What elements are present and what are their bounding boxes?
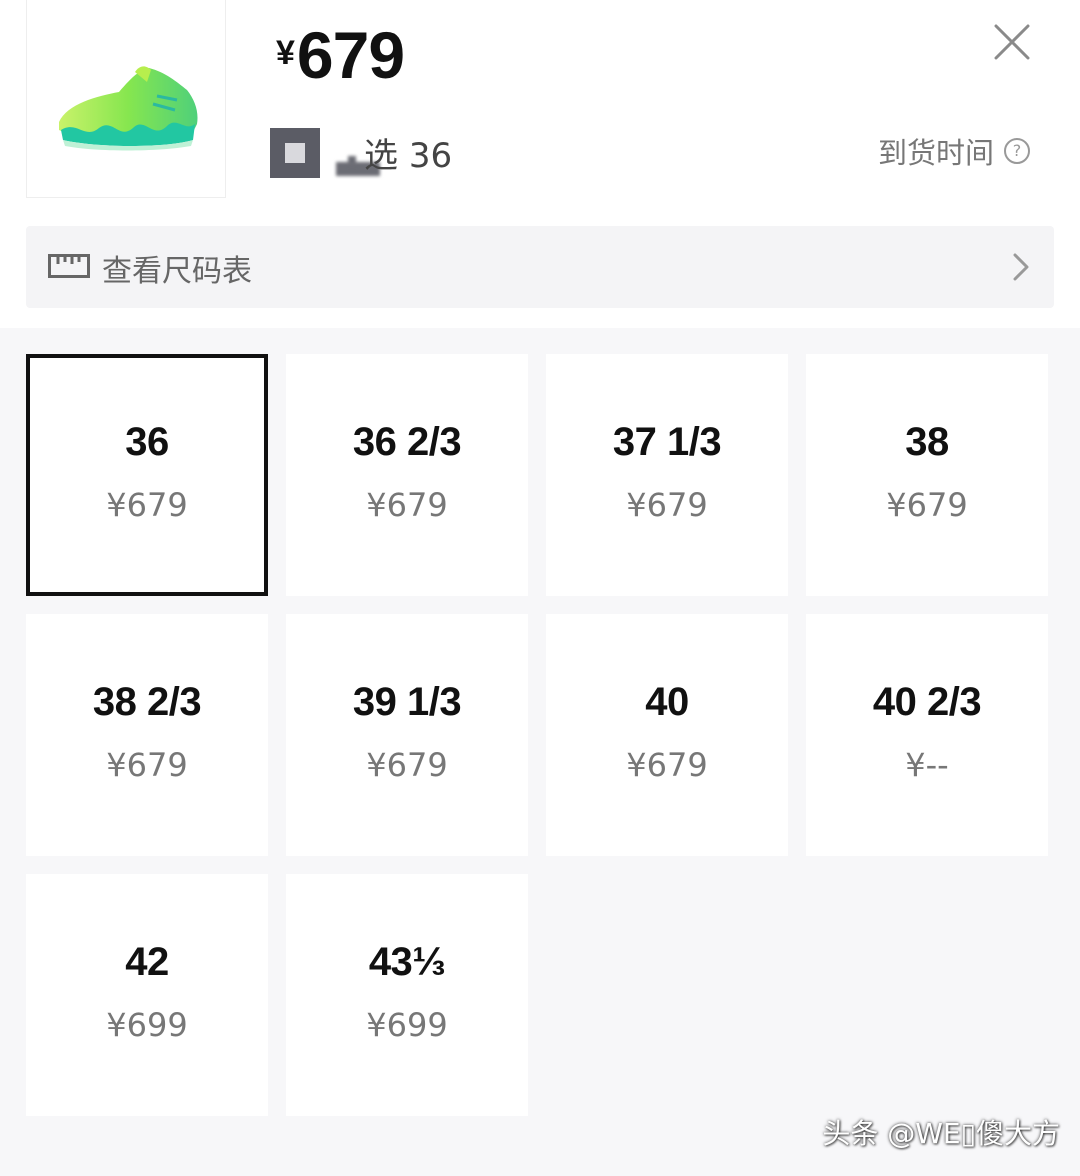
size-label: 40 <box>645 680 689 724</box>
price-amount: 679 <box>296 18 405 92</box>
size-price: ¥699 <box>366 1006 448 1044</box>
close-icon <box>994 24 1030 60</box>
size-label: 40 2/3 <box>872 680 982 724</box>
size-price: ¥-- <box>905 746 949 784</box>
selected-size-value: 36 <box>408 136 453 176</box>
size-chart-button[interactable]: 查看尺码表 <box>26 226 1054 308</box>
arrival-time-link[interactable]: 到货时间 ? <box>878 130 1030 172</box>
size-price: ¥679 <box>366 746 448 784</box>
product-thumbnail <box>26 0 226 198</box>
product-header: ¥679 选 36 到货时间 ? 查看尺码表 <box>0 0 1080 328</box>
size-price: ¥679 <box>886 486 968 524</box>
size-option[interactable]: 36 ¥679 <box>26 354 268 596</box>
selected-prefix: 选 <box>364 136 398 176</box>
size-label: 43⅓ <box>368 940 446 984</box>
chevron-right-icon <box>1013 253 1029 281</box>
size-option[interactable]: 40 2/3 ¥-- <box>806 614 1048 856</box>
arrival-time-label: 到货时间 <box>877 136 994 170</box>
size-price: ¥679 <box>106 486 188 524</box>
size-option[interactable]: 37 1/3 ¥679 <box>546 354 788 596</box>
size-chart-label: 查看尺码表 <box>102 254 252 289</box>
size-option[interactable]: 42 ¥699 <box>26 874 268 1116</box>
currency-symbol: ¥ <box>276 34 295 72</box>
size-label: 38 <box>905 420 949 464</box>
size-option[interactable]: 36 2/3 ¥679 <box>286 354 528 596</box>
size-label: 36 <box>125 420 169 464</box>
color-swatch <box>270 128 320 178</box>
size-price: ¥679 <box>106 746 188 784</box>
size-label: 42 <box>125 940 169 984</box>
ruler-icon <box>48 254 90 278</box>
size-price: ¥679 <box>626 746 708 784</box>
watermark: 头条 @WE▯傻大方 <box>822 1117 1060 1150</box>
size-price: ¥679 <box>366 486 448 524</box>
size-label: 37 1/3 <box>612 420 722 464</box>
size-grid: 36 ¥679 36 2/3 ¥679 37 1/3 ¥679 38 ¥679 … <box>26 354 1050 1124</box>
size-option[interactable]: 39 1/3 ¥679 <box>286 614 528 856</box>
help-circle-icon: ? <box>1004 138 1030 164</box>
size-label: 39 1/3 <box>352 680 462 724</box>
size-label: 36 2/3 <box>352 420 462 464</box>
price-display: ¥679 <box>276 22 405 88</box>
selected-size-summary: 选 36 <box>364 128 452 177</box>
size-option[interactable]: 38 ¥679 <box>806 354 1048 596</box>
size-price: ¥699 <box>106 1006 188 1044</box>
close-button[interactable] <box>988 18 1036 66</box>
size-price: ¥679 <box>626 486 708 524</box>
sneaker-image <box>59 66 198 151</box>
size-label: 38 2/3 <box>92 680 202 724</box>
size-option[interactable]: 40 ¥679 <box>546 614 788 856</box>
size-option[interactable]: 43⅓ ¥699 <box>286 874 528 1116</box>
size-option[interactable]: 38 2/3 ¥679 <box>26 614 268 856</box>
